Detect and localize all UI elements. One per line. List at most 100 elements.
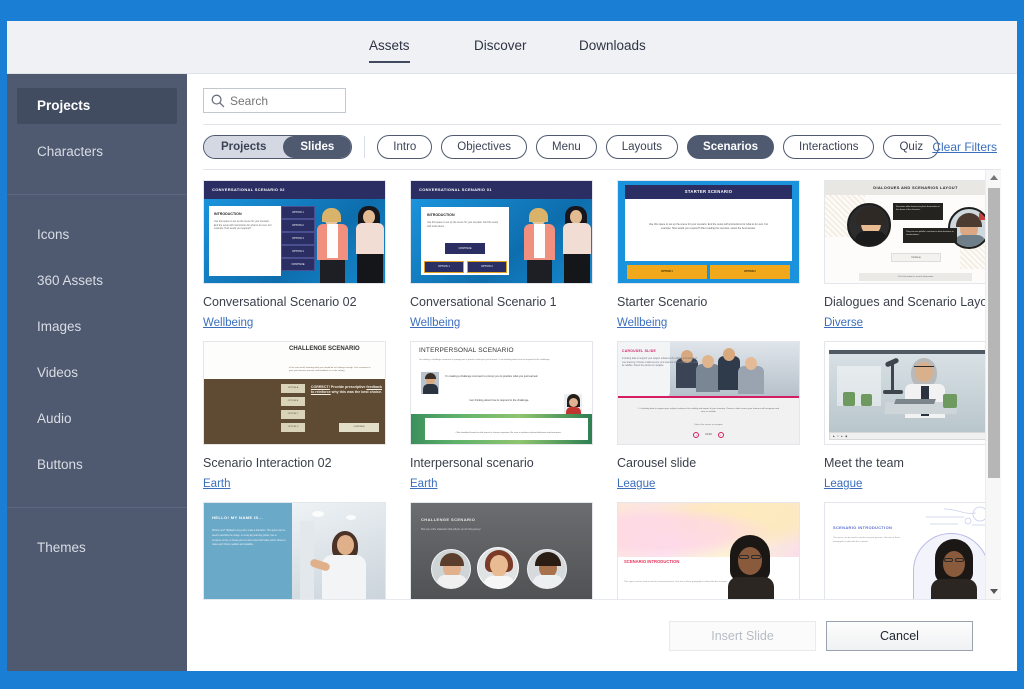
tab-assets[interactable]: Assets	[369, 38, 410, 63]
thumb-option: OPTION 1	[627, 264, 707, 279]
cancel-button[interactable]: Cancel	[826, 620, 973, 651]
asset-thumbnail[interactable]: SCENARIO INTRODUCTION The space can be u…	[824, 501, 985, 599]
asset-card[interactable]: SCENARIO INTRODUCTION This space can be …	[617, 501, 800, 599]
clear-filters-link[interactable]: Clear Filters	[932, 140, 997, 154]
results-grid: CONVERSATIONAL SCENARIO 02 INTRODUCTION …	[203, 170, 985, 599]
thumb-option: OPTION 2	[467, 260, 507, 273]
avatar	[421, 371, 439, 394]
person-figure	[316, 207, 350, 283]
toggle-option-slides[interactable]: Slides	[283, 135, 352, 158]
asset-thumbnail[interactable]: SCENARIO INTRODUCTION This space can be …	[617, 501, 800, 599]
search-input[interactable]	[230, 93, 340, 108]
thumb-art-scenintro1: SCENARIO INTRODUCTION This space can be …	[618, 502, 799, 599]
thumb-body-text: Pick one of the characters that will joi…	[421, 528, 481, 531]
asset-thumbnail[interactable]: CONVERSATIONAL SCENARIO 01 INTRODUCTION …	[410, 179, 593, 284]
asset-card[interactable]: CHALLENGE SCENARIO Pick one of the chara…	[410, 501, 593, 599]
thumb-option: OPTION 3	[281, 231, 315, 245]
asset-thumbnail[interactable]: CHALLENGE SCENARIO Pick one of the chara…	[410, 501, 593, 599]
asset-theme-link[interactable]: Wellbeing	[203, 317, 386, 329]
asset-card[interactable]: CHALLENGE SCENARIO In the real world, kn…	[203, 340, 386, 490]
asset-thumbnail[interactable]: HELLO! MY NAME IS... What's next? Highli…	[203, 501, 386, 599]
insert-slide-label: Insert Slide	[711, 628, 774, 643]
asset-thumbnail[interactable]: CONVERSATIONAL SCENARIO 02 INTRODUCTION …	[203, 179, 386, 284]
thumb-body-text: The space can be used to set the scenari…	[833, 536, 900, 543]
thumb-art-conv01: CONVERSATIONAL SCENARIO 01 INTRODUCTION …	[411, 180, 592, 283]
thumb-option: OPTION B	[281, 396, 305, 406]
asset-thumbnail[interactable]: STARTER SCENARIO Use this space to set u…	[617, 179, 800, 284]
tab-discover[interactable]: Discover	[474, 38, 527, 63]
dialog-footer: Insert Slide Cancel	[203, 599, 1001, 671]
asset-theme-link[interactable]: League	[617, 478, 800, 490]
sidebar-item-buttons[interactable]: Buttons	[17, 447, 177, 483]
thumb-heading: HELLO! MY NAME IS...	[212, 514, 264, 520]
thumb-heading: STARTER SCENARIO	[684, 189, 733, 195]
asset-card[interactable]: DIALOGUES AND SCENARIOS LAYOUT Scenarios…	[824, 179, 985, 329]
asset-card[interactable]: SCENARIO INTRODUCTION The space can be u…	[824, 501, 985, 599]
scroll-down-button[interactable]	[986, 583, 1002, 599]
asset-card[interactable]: ▶ ‖ ■ ◼ ⛶ Meet the team League	[824, 340, 985, 490]
grid-scrollbar[interactable]	[985, 169, 1002, 599]
thumb-body-text: I'm making a challenge comment to prompt…	[419, 358, 551, 361]
thumb-option: CONTINUE	[339, 422, 379, 432]
sidebar-item-images[interactable]: Images	[17, 309, 177, 345]
sidebar-item-audio[interactable]: Audio	[17, 401, 177, 437]
asset-card[interactable]: CONVERSATIONAL SCENARIO 01 INTRODUCTION …	[410, 179, 593, 329]
toggle-option-slides-label: Slides	[300, 140, 335, 153]
asset-card[interactable]: CAROUSEL SLIDE Including data to support…	[617, 340, 800, 490]
filter-pill-intro[interactable]: Intro	[377, 134, 433, 159]
thumb-option: OPTION D	[281, 422, 305, 432]
asset-theme-link[interactable]: Earth	[203, 478, 386, 490]
sidebar-item-icons[interactable]: Icons	[17, 217, 177, 253]
sidebar-item-characters-label: Characters	[37, 144, 104, 159]
asset-card[interactable]: STARTER SCENARIO Use this space to set u…	[617, 179, 800, 329]
thumb-art-interpersonal: INTERPERSONAL SCENARIO I'm making a chal…	[411, 341, 592, 444]
sidebar-item-videos[interactable]: Videos	[17, 355, 177, 391]
person-figure	[354, 205, 385, 283]
tab-downloads[interactable]: Downloads	[579, 38, 646, 63]
asset-theme-link[interactable]: Wellbeing	[617, 317, 800, 329]
sidebar-item-projects[interactable]: Projects	[17, 88, 177, 124]
sidebar-item-themes-label: Themes	[37, 540, 86, 555]
filter-pill-menu[interactable]: Menu	[535, 134, 597, 159]
asset-card[interactable]: CONVERSATIONAL SCENARIO 02 INTRODUCTION …	[203, 179, 386, 329]
projects-slides-toggle[interactable]: Projects Slides	[203, 134, 353, 159]
asset-theme-link[interactable]: Diverse	[824, 317, 985, 329]
carousel-prev-icon: ‹	[693, 431, 700, 438]
asset-thumbnail[interactable]: DIALOGUES AND SCENARIOS LAYOUT Scenarios…	[824, 179, 985, 284]
filter-pill-objectives[interactable]: Objectives	[441, 134, 527, 159]
asset-title: Carousel slide	[617, 455, 697, 470]
asset-thumbnail[interactable]: CHALLENGE SCENARIO In the real world, kn…	[203, 340, 386, 445]
asset-thumbnail[interactable]: ▶ ‖ ■ ◼ ⛶	[824, 340, 985, 445]
asset-card[interactable]: HELLO! MY NAME IS... What's next? Highli…	[203, 501, 386, 599]
thumb-option: CONTINUE	[445, 242, 485, 254]
sidebar-item-projects-label: Projects	[37, 98, 91, 113]
asset-card[interactable]: INTERPERSONAL SCENARIO I'm making a chal…	[410, 340, 593, 490]
grid-row: CONVERSATIONAL SCENARIO 02 INTRODUCTION …	[203, 179, 985, 329]
thumb-body-text: Use this space to set up the scene for y…	[427, 220, 499, 228]
asset-theme-link[interactable]: League	[824, 478, 985, 490]
filter-pill-quiz[interactable]: Quiz	[883, 134, 940, 159]
asset-thumbnail[interactable]: CAROUSEL SLIDE Including data to support…	[617, 340, 800, 445]
asset-theme-link[interactable]: Earth	[410, 478, 593, 490]
sidebar-item-images-label: Images	[37, 319, 82, 334]
search-box[interactable]	[203, 88, 346, 113]
sidebar-item-360-assets[interactable]: 360 Assets	[17, 263, 177, 299]
person-figure	[523, 207, 557, 283]
sidebar-item-videos-label: Videos	[37, 365, 79, 380]
filter-pill-scenarios[interactable]: Scenarios	[687, 134, 775, 159]
filter-pill-layouts[interactable]: Layouts	[605, 134, 679, 159]
filter-pill-interactions[interactable]: Interactions	[783, 134, 875, 159]
scroll-up-button[interactable]	[986, 170, 1002, 186]
sidebar-item-characters[interactable]: Characters	[17, 134, 177, 170]
asset-theme-link[interactable]: Wellbeing	[410, 317, 593, 329]
toggle-option-projects[interactable]: Projects	[204, 135, 284, 158]
scrollbar-thumb[interactable]	[988, 187, 1000, 478]
sidebar-item-themes[interactable]: Themes	[17, 530, 177, 566]
thumb-option: CONTINUE	[281, 257, 315, 271]
insert-slide-button[interactable]: Insert Slide	[669, 620, 816, 651]
thumb-heading: INTERPERSONAL SCENARIO	[419, 346, 514, 354]
thumb-art-dialogues: DIALOGUES AND SCENARIOS LAYOUT Scenarios…	[825, 180, 985, 283]
asset-thumbnail[interactable]: INTERPERSONAL SCENARIO I'm making a chal…	[410, 340, 593, 445]
sidebar-divider-2	[7, 507, 187, 508]
